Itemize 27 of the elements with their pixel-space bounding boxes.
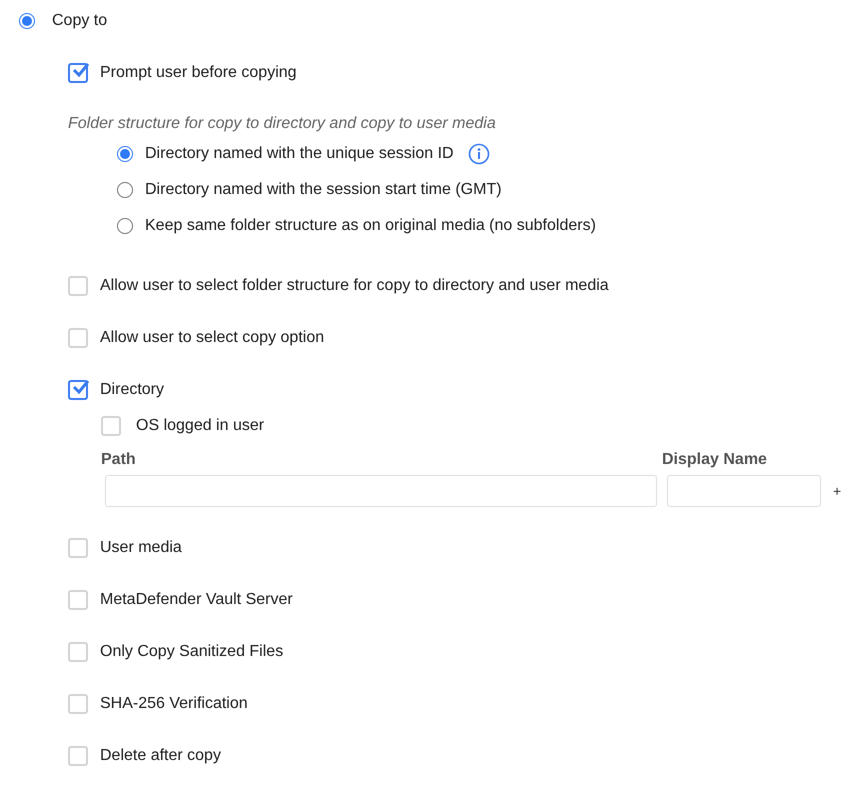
info-icon[interactable] <box>468 143 490 165</box>
path-field[interactable] <box>105 475 657 507</box>
checkbox-label: Prompt user before copying <box>100 64 297 82</box>
radio-label: Copy to <box>52 12 108 30</box>
checkbox-label: Only Copy Sanitized Files <box>100 643 284 661</box>
checkbox-label: Directory <box>100 381 164 399</box>
radio-label: Keep same folder structure as on original media (no subfolders) <box>145 217 596 235</box>
field-label: Path <box>101 451 137 469</box>
radio-button[interactable] <box>117 182 133 198</box>
radio-button[interactable] <box>117 218 133 234</box>
add-button[interactable]: + <box>833 483 842 499</box>
checkbox-label: SHA-256 Verification <box>100 695 248 713</box>
radio-label: Directory named with the session start time (GMT) <box>145 181 502 199</box>
field-label: Display Name <box>662 451 767 469</box>
checkbox[interactable] <box>68 380 88 400</box>
checkbox-label: Allow user to select folder structure for copy to directory and user media <box>100 277 609 295</box>
checkbox-label: Delete after copy <box>100 747 221 765</box>
checkbox-label: OS logged in user <box>136 417 264 435</box>
checkbox[interactable] <box>68 63 88 83</box>
radio-label: Directory named with the unique session ID <box>145 145 454 163</box>
checkbox-label: MetaDefender Vault Server <box>100 591 293 609</box>
display-name-field[interactable] <box>667 475 821 507</box>
checkbox-label: User media <box>100 539 182 557</box>
section-caption: Folder structure for copy to directory and copy to user media <box>68 115 497 133</box>
checkbox-label: Allow user to select copy option <box>100 329 324 347</box>
radio-button[interactable] <box>117 146 133 162</box>
radio-button[interactable] <box>19 13 35 29</box>
